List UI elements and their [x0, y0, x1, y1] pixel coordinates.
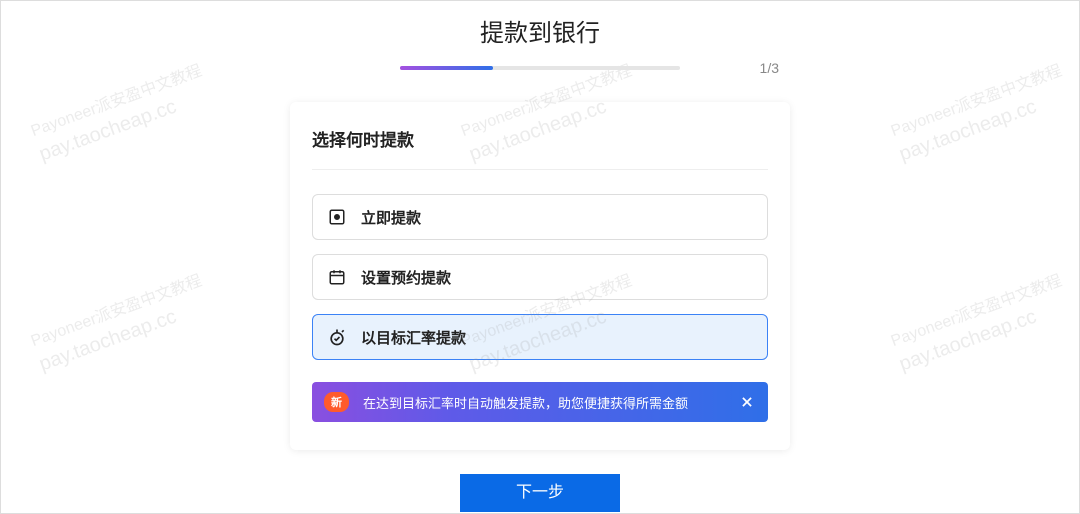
option-withdraw-now[interactable]: 立即提款	[312, 194, 768, 240]
card-title: 选择何时提款	[312, 126, 768, 170]
option-label: 立即提款	[361, 207, 421, 228]
withdraw-now-icon	[327, 207, 347, 227]
progress-fill	[400, 66, 493, 70]
new-badge: 新	[324, 392, 349, 412]
watermark: Payoneer派安盈中文教程 pay.taocheap.cc	[28, 272, 214, 378]
calendar-icon	[327, 267, 347, 287]
progress-track	[400, 66, 680, 70]
close-icon[interactable]	[738, 393, 756, 411]
option-target-rate-withdraw[interactable]: 以目标汇率提款	[312, 314, 768, 360]
step-indicator: 1/3	[760, 60, 779, 76]
page-title: 提款到银行	[1, 13, 1079, 48]
option-schedule-withdraw[interactable]: 设置预约提款	[312, 254, 768, 300]
progress-bar-row: 1/3	[1, 66, 1079, 70]
option-label: 以目标汇率提款	[361, 327, 466, 348]
target-rate-icon	[327, 327, 347, 347]
watermark: Payoneer派安盈中文教程 pay.taocheap.cc	[888, 272, 1074, 378]
next-button[interactable]: 下一步	[460, 474, 620, 512]
watermark: Payoneer派安盈中文教程 pay.taocheap.cc	[28, 62, 214, 168]
info-banner: 新 在达到目标汇率时自动触发提款，助您便捷获得所需金额	[312, 382, 768, 422]
watermark: Payoneer派安盈中文教程 pay.taocheap.cc	[888, 62, 1074, 168]
banner-text: 在达到目标汇率时自动触发提款，助您便捷获得所需金额	[363, 393, 738, 412]
option-label: 设置预约提款	[361, 267, 451, 288]
withdraw-timing-card: 选择何时提款 立即提款 设置预约提款	[290, 102, 790, 450]
